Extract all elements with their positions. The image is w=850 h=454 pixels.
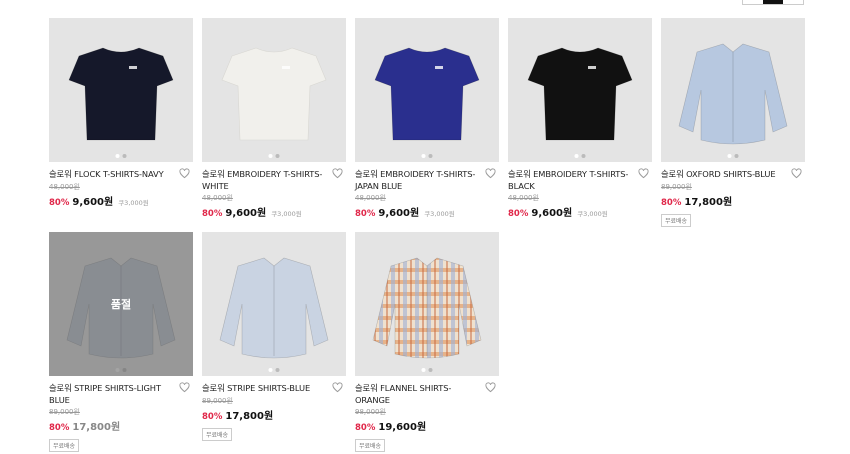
- free-shipping-badge: 무료배송: [49, 439, 80, 452]
- product-name[interactable]: 슬로워 OXFORD SHIRTS-BLUE: [661, 169, 785, 181]
- price-line: 80% 9,600원 쿠3,000원: [202, 204, 346, 219]
- carousel-dot[interactable]: [115, 154, 120, 158]
- sale-price: 17,800원: [225, 410, 274, 422]
- product-name[interactable]: 슬로워 STRIPE SHIRTS-LIGHT BLUE: [49, 383, 173, 406]
- free-shipping-badge: 무료배송: [202, 427, 233, 441]
- sale-price: 17,800원: [684, 196, 733, 208]
- discount-rate: 80%: [202, 411, 223, 422]
- product-image[interactable]: [202, 232, 346, 376]
- discount-rate: 80%: [508, 209, 529, 219]
- coupon-price: 쿠3,000원: [271, 210, 302, 218]
- discount-rate: 80%: [355, 423, 376, 433]
- page-button-3[interactable]: [783, 0, 803, 4]
- original-price: 89,000원: [49, 408, 80, 416]
- discount-rate: 80%: [49, 423, 70, 433]
- product-card[interactable]: 품절슬로워 STRIPE SHIRTS-LIGHT BLUE 89,000원 80%…: [49, 232, 193, 454]
- image-carousel-dots[interactable]: [268, 154, 280, 158]
- original-price: 89,000원: [202, 396, 233, 405]
- price-line: 80% 19,600원: [355, 418, 499, 433]
- product-image[interactable]: [202, 18, 346, 162]
- page-button-1[interactable]: [743, 0, 763, 4]
- sale-price: 9,600원: [225, 208, 267, 219]
- product-card[interactable]: 슬로워 EMBROIDERY T-SHIRTS-WHITE 48,000원 80% 9…: [202, 18, 346, 232]
- product-name[interactable]: 슬로워 EMBROIDERY T-SHIRTS-WHITE: [202, 169, 326, 192]
- discount-rate: 80%: [355, 209, 376, 219]
- image-carousel-dots[interactable]: [115, 154, 127, 158]
- carousel-dot[interactable]: [727, 154, 732, 158]
- price-line: 80% 9,600원 쿠3,000원: [508, 204, 652, 219]
- product-image[interactable]: [355, 18, 499, 162]
- product-card[interactable]: 슬로워 STRIPE SHIRTS-BLUE 89,000원 80% 17,800원무…: [202, 232, 346, 454]
- original-price: 48,000원: [49, 182, 80, 191]
- carousel-dot[interactable]: [428, 368, 433, 372]
- sale-price: 9,600원: [72, 196, 114, 208]
- product-card[interactable]: 슬로워 FLANNEL SHIRTS-ORANGE 98,000원 80% 19,60…: [355, 232, 499, 454]
- wishlist-heart-icon[interactable]: [791, 168, 802, 179]
- product-name[interactable]: 슬로워 STRIPE SHIRTS-BLUE: [202, 383, 326, 395]
- page-button-2[interactable]: [763, 0, 783, 4]
- price-line: 80% 9,600원 쿠3,000원: [49, 193, 193, 208]
- free-shipping-badge: 무료배송: [661, 213, 692, 227]
- carousel-dot[interactable]: [421, 154, 426, 158]
- wishlist-heart-icon[interactable]: [485, 382, 496, 393]
- original-price: 48,000원: [508, 194, 539, 202]
- wishlist-heart-icon[interactable]: [485, 168, 496, 179]
- product-image[interactable]: [355, 232, 499, 376]
- original-price: 98,000원: [355, 408, 386, 416]
- discount-rate: 80%: [202, 209, 223, 219]
- sale-price: 9,600원: [378, 208, 420, 219]
- wishlist-heart-icon[interactable]: [638, 168, 649, 179]
- sale-price: 17,800원: [72, 422, 121, 433]
- carousel-dot[interactable]: [275, 368, 280, 372]
- image-carousel-dots[interactable]: [421, 368, 433, 372]
- image-carousel-dots[interactable]: [268, 368, 280, 372]
- product-name[interactable]: 슬로워 FLANNEL SHIRTS-ORANGE: [355, 383, 479, 406]
- wishlist-heart-icon[interactable]: [332, 168, 343, 179]
- image-carousel-dots[interactable]: [574, 154, 586, 158]
- coupon-price: 쿠3,000원: [577, 210, 608, 218]
- product-image[interactable]: [49, 18, 193, 162]
- discount-rate: 80%: [49, 197, 70, 208]
- carousel-dot[interactable]: [734, 154, 739, 158]
- carousel-dot[interactable]: [268, 154, 273, 158]
- carousel-dot[interactable]: [275, 154, 280, 158]
- original-price: 48,000원: [355, 194, 386, 202]
- product-image[interactable]: [661, 18, 805, 162]
- original-price: 48,000원: [202, 194, 233, 202]
- coupon-price: 쿠3,000원: [118, 198, 149, 207]
- product-card[interactable]: 슬로워 EMBROIDERY T-SHIRTS-JAPAN BLUE 48,000…: [355, 18, 499, 232]
- product-image[interactable]: [508, 18, 652, 162]
- price-line: 80% 17,800원: [661, 193, 805, 208]
- free-shipping-badge: 무료배송: [355, 439, 386, 452]
- carousel-dot[interactable]: [268, 368, 273, 372]
- product-image[interactable]: 품절: [49, 232, 193, 376]
- image-carousel-dots[interactable]: [421, 154, 433, 158]
- carousel-dot[interactable]: [574, 154, 579, 158]
- wishlist-heart-icon[interactable]: [179, 382, 190, 393]
- product-card[interactable]: 슬로워 EMBROIDERY T-SHIRTS-BLACK 48,000원 80% 9…: [508, 18, 652, 232]
- price-line: 80% 17,800원: [202, 407, 346, 422]
- wishlist-heart-icon[interactable]: [179, 168, 190, 179]
- carousel-dot[interactable]: [428, 154, 433, 158]
- coupon-price: 쿠3,000원: [424, 210, 455, 218]
- product-card[interactable]: 슬로워 OXFORD SHIRTS-BLUE 89,000원 80% 17,800원무…: [661, 18, 805, 232]
- product-name[interactable]: 슬로워 EMBROIDERY T-SHIRTS-JAPAN BLUE: [355, 169, 479, 192]
- carousel-dot[interactable]: [581, 154, 586, 158]
- product-name[interactable]: 슬로워 FLOCK T-SHIRTS-NAVY: [49, 169, 173, 181]
- discount-rate: 80%: [661, 197, 682, 208]
- sale-price: 9,600원: [531, 208, 573, 219]
- pagination: [742, 0, 804, 5]
- price-line: 80% 17,800원: [49, 418, 193, 433]
- carousel-dot[interactable]: [122, 154, 127, 158]
- wishlist-heart-icon[interactable]: [332, 382, 343, 393]
- soldout-overlay: 품절: [49, 232, 193, 376]
- price-line: 80% 9,600원 쿠3,000원: [355, 204, 499, 219]
- sale-price: 19,600원: [378, 422, 427, 433]
- product-name[interactable]: 슬로워 EMBROIDERY T-SHIRTS-BLACK: [508, 169, 632, 192]
- product-card[interactable]: 슬로워 FLOCK T-SHIRTS-NAVY 48,000원 80% 9,600원 쿠…: [49, 18, 193, 232]
- carousel-dot[interactable]: [421, 368, 426, 372]
- image-carousel-dots[interactable]: [727, 154, 739, 158]
- original-price: 89,000원: [661, 182, 692, 191]
- product-grid: 슬로워 FLOCK T-SHIRTS-NAVY 48,000원 80% 9,600원 쿠…: [49, 18, 805, 454]
